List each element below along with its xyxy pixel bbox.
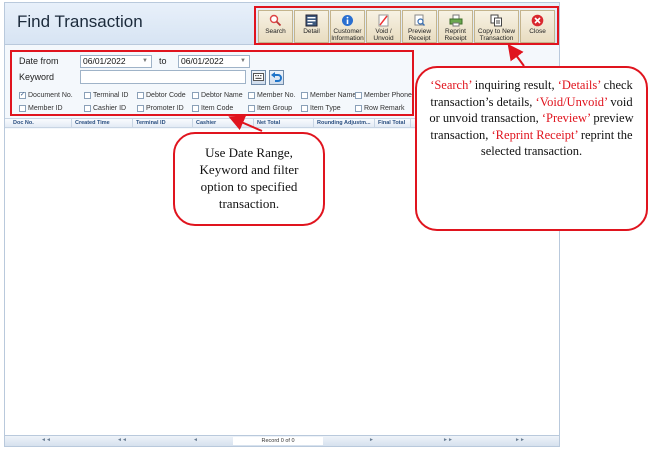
toolbar-callout: ‘Search’ inquiring result, ‘Details’ che…	[415, 66, 648, 231]
filter-callout-arrow	[228, 115, 263, 132]
filter-callout: Use Date Range, Keyword and filter optio…	[173, 132, 325, 226]
callout-search-term: ‘Search’	[430, 78, 472, 92]
callout-details-term: ‘Details’	[557, 78, 601, 92]
callout-reprint-term: ‘Reprint Receipt’	[491, 127, 578, 142]
callout-preview-term: ‘Preview’	[541, 111, 591, 125]
callout-void-term: ‘Void/Unvoid’	[535, 94, 608, 109]
toolbar-callout-arrow	[507, 43, 525, 67]
callout-text: inquiring result,	[471, 78, 558, 92]
filter-callout-text: Use Date Range, Keyword and filter optio…	[199, 145, 299, 211]
